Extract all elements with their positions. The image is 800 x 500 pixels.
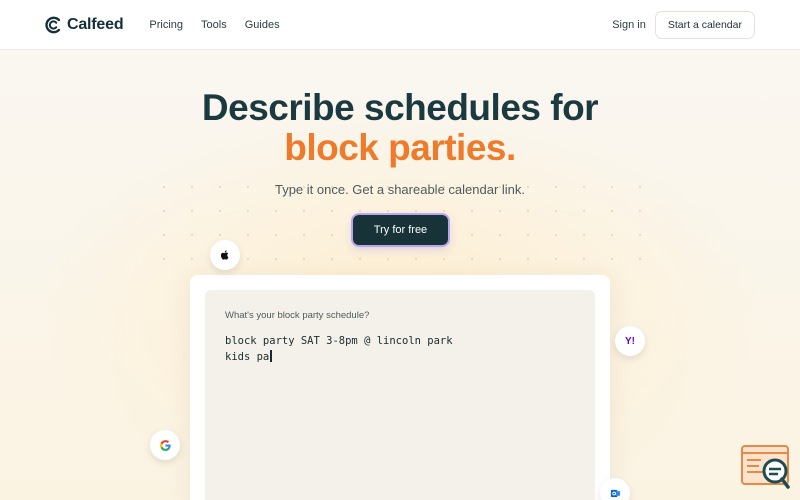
nav-guides[interactable]: Guides: [245, 19, 280, 31]
hero-title: Describe schedules for: [201, 87, 599, 128]
apple-icon: [220, 250, 229, 260]
main-nav: Pricing Tools Guides: [149, 19, 279, 31]
nav-tools[interactable]: Tools: [201, 19, 227, 31]
calfeed-logo-icon: [45, 16, 61, 33]
sign-in-link[interactable]: Sign in: [612, 19, 646, 31]
google-icon: [159, 439, 171, 451]
support-chat-icon: [741, 445, 790, 489]
hero-section: Describe schedules for block parties. Ty…: [0, 87, 800, 198]
google-calendar-bubble: [150, 430, 180, 460]
text-caret: [270, 350, 273, 362]
editor-prompt-label: What's your block party schedule?: [225, 310, 370, 321]
brand-name: Calfeed: [67, 15, 124, 33]
hero-subtitle: Type it once. Get a shareable calendar l…: [274, 182, 526, 197]
top-navbar: Calfeed Pricing Tools Guides Sign in Sta…: [0, 0, 800, 50]
start-calendar-button[interactable]: Start a calendar: [654, 10, 755, 39]
support-chat-widget[interactable]: [741, 445, 791, 490]
schedule-editor[interactable]: What's your block party schedule? block …: [205, 290, 595, 500]
hero-title-accent: block parties.: [284, 127, 516, 168]
try-for-free-button[interactable]: Try for free: [353, 215, 448, 245]
header-actions: Sign in Start a calendar: [612, 10, 755, 39]
outlook-calendar-bubble: [600, 478, 630, 500]
editor-text[interactable]: block party SAT 3-8pm @ lincoln park kid…: [225, 333, 453, 365]
yahoo-icon: Y!: [625, 335, 635, 347]
editor-line-1: block party SAT 3-8pm @ lincoln park: [225, 335, 453, 347]
outlook-icon: [610, 489, 620, 497]
apple-calendar-bubble: [210, 240, 240, 270]
schedule-editor-card: What's your block party schedule? block …: [190, 275, 610, 500]
yahoo-calendar-bubble: Y!: [615, 326, 645, 356]
brand-logo[interactable]: Calfeed: [45, 15, 124, 34]
nav-pricing[interactable]: Pricing: [149, 19, 183, 31]
editor-line-2: kids pa: [225, 351, 270, 363]
